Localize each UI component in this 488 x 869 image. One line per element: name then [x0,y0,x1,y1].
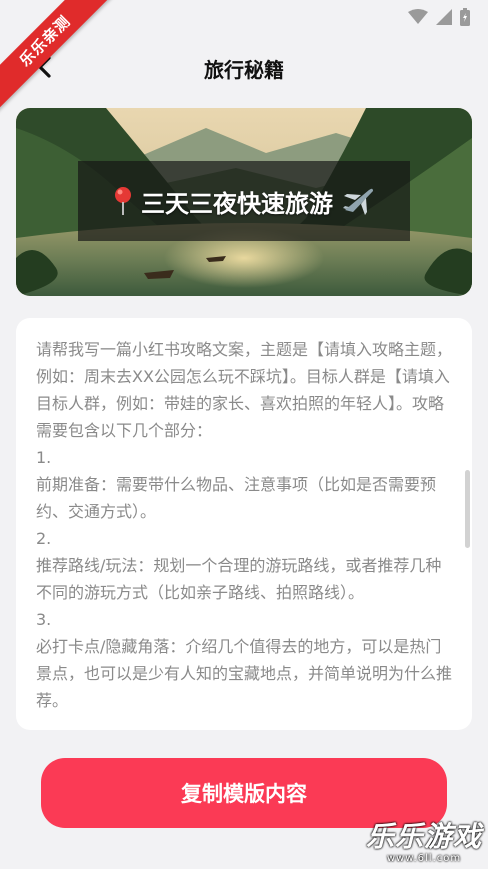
battery-icon [460,8,470,26]
ribbon-label: 乐乐亲测 [0,0,116,112]
prompt-paragraph: 1. [36,448,52,467]
prompt-paragraph: 2. [36,529,52,548]
banner-image: 三天三夜快速旅游 [16,108,472,296]
scrollbar[interactable] [465,470,470,548]
watermark-url: www.6ll.com [386,853,462,864]
corner-ribbon: 乐乐亲测 [0,0,120,120]
prompt-paragraph: 3. [36,610,52,629]
wifi-icon [408,9,428,25]
prompt-paragraph: 推荐路线/玩法：规划一个合理的游玩路线，或者推荐几种不同的游玩方式（比如亲子路线… [36,556,442,602]
watermark-title: 乐乐游戏 [365,820,482,853]
prompt-paragraph: 请帮我写一篇小红书攻略文案，主题是【请填入攻略主题，例如：周末去XX公园怎么玩不… [36,340,452,440]
pin-icon [113,186,133,216]
prompt-paragraph: 必打卡点/隐藏角落：介绍几个值得去的地方，可以是热门景点，也可以是少有人知的宝藏… [36,637,452,710]
prompt-text: 请帮我写一篇小红书攻略文案，主题是【请填入攻略主题，例如：周末去XX公园怎么玩不… [36,336,452,720]
status-icons [408,8,470,26]
banner-caption: 三天三夜快速旅游 [78,161,410,241]
banner-caption-text: 三天三夜快速旅游 [141,189,333,218]
signal-icon [436,9,452,25]
airplane-icon [341,186,375,216]
copy-template-button[interactable]: 复制模版内容 [41,758,447,828]
watermark: 乐乐游戏 www.6ll.com [366,821,482,865]
prompt-paragraph: 前期准备：需要带什么物品、注意事项（比如是否需要预约、交通方式）。 [36,475,437,521]
prompt-card[interactable]: 请帮我写一篇小红书攻略文案，主题是【请填入攻略主题，例如：周末去XX公园怎么玩不… [16,318,472,730]
